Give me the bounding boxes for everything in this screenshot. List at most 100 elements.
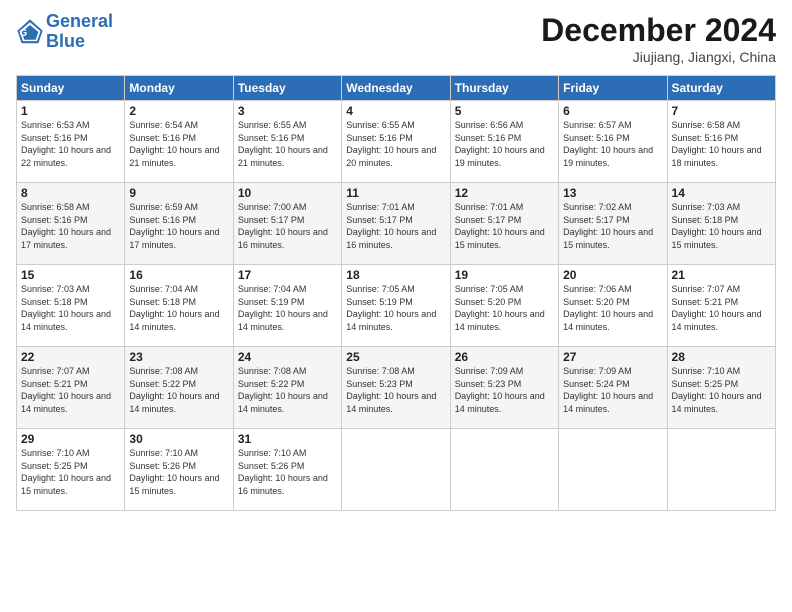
day-cell: 4 Sunrise: 6:55 AM Sunset: 5:16 PM Dayli… [342,101,450,183]
day-number: 10 [238,186,337,200]
location: Jiujiang, Jiangxi, China [541,49,776,65]
day-info: Sunrise: 7:01 AM Sunset: 5:17 PM Dayligh… [346,201,445,251]
day-info: Sunrise: 7:06 AM Sunset: 5:20 PM Dayligh… [563,283,662,333]
day-cell [559,429,667,511]
day-cell: 31 Sunrise: 7:10 AM Sunset: 5:26 PM Dayl… [233,429,341,511]
week-row-1: 1 Sunrise: 6:53 AM Sunset: 5:16 PM Dayli… [17,101,776,183]
day-number: 25 [346,350,445,364]
day-number: 9 [129,186,228,200]
day-info: Sunrise: 7:09 AM Sunset: 5:23 PM Dayligh… [455,365,554,415]
week-row-3: 15 Sunrise: 7:03 AM Sunset: 5:18 PM Dayl… [17,265,776,347]
day-info: Sunrise: 7:07 AM Sunset: 5:21 PM Dayligh… [672,283,771,333]
logo-icon: G [16,18,44,46]
day-number: 31 [238,432,337,446]
day-cell: 5 Sunrise: 6:56 AM Sunset: 5:16 PM Dayli… [450,101,558,183]
day-number: 20 [563,268,662,282]
day-info: Sunrise: 7:04 AM Sunset: 5:18 PM Dayligh… [129,283,228,333]
day-cell: 28 Sunrise: 7:10 AM Sunset: 5:25 PM Dayl… [667,347,775,429]
day-number: 27 [563,350,662,364]
day-cell: 26 Sunrise: 7:09 AM Sunset: 5:23 PM Dayl… [450,347,558,429]
day-number: 5 [455,104,554,118]
day-header-sunday: Sunday [17,76,125,101]
day-number: 4 [346,104,445,118]
day-info: Sunrise: 7:05 AM Sunset: 5:20 PM Dayligh… [455,283,554,333]
day-header-friday: Friday [559,76,667,101]
day-number: 3 [238,104,337,118]
day-number: 21 [672,268,771,282]
day-cell: 14 Sunrise: 7:03 AM Sunset: 5:18 PM Dayl… [667,183,775,265]
day-info: Sunrise: 7:08 AM Sunset: 5:22 PM Dayligh… [238,365,337,415]
day-info: Sunrise: 6:54 AM Sunset: 5:16 PM Dayligh… [129,119,228,169]
day-info: Sunrise: 7:10 AM Sunset: 5:25 PM Dayligh… [672,365,771,415]
day-cell: 17 Sunrise: 7:04 AM Sunset: 5:19 PM Dayl… [233,265,341,347]
day-number: 23 [129,350,228,364]
logo-general: General [46,11,113,31]
logo: G General Blue [16,12,113,52]
day-number: 12 [455,186,554,200]
logo-blue: Blue [46,31,85,51]
day-info: Sunrise: 6:55 AM Sunset: 5:16 PM Dayligh… [346,119,445,169]
day-number: 19 [455,268,554,282]
day-cell: 16 Sunrise: 7:04 AM Sunset: 5:18 PM Dayl… [125,265,233,347]
day-info: Sunrise: 7:04 AM Sunset: 5:19 PM Dayligh… [238,283,337,333]
day-info: Sunrise: 7:10 AM Sunset: 5:26 PM Dayligh… [129,447,228,497]
day-info: Sunrise: 7:00 AM Sunset: 5:17 PM Dayligh… [238,201,337,251]
day-cell: 27 Sunrise: 7:09 AM Sunset: 5:24 PM Dayl… [559,347,667,429]
day-cell [667,429,775,511]
day-header-tuesday: Tuesday [233,76,341,101]
day-cell: 10 Sunrise: 7:00 AM Sunset: 5:17 PM Dayl… [233,183,341,265]
day-cell: 25 Sunrise: 7:08 AM Sunset: 5:23 PM Dayl… [342,347,450,429]
day-number: 15 [21,268,120,282]
day-number: 28 [672,350,771,364]
day-info: Sunrise: 6:57 AM Sunset: 5:16 PM Dayligh… [563,119,662,169]
day-cell: 15 Sunrise: 7:03 AM Sunset: 5:18 PM Dayl… [17,265,125,347]
day-cell: 19 Sunrise: 7:05 AM Sunset: 5:20 PM Dayl… [450,265,558,347]
day-number: 29 [21,432,120,446]
week-row-2: 8 Sunrise: 6:58 AM Sunset: 5:16 PM Dayli… [17,183,776,265]
day-number: 2 [129,104,228,118]
day-number: 30 [129,432,228,446]
day-cell: 20 Sunrise: 7:06 AM Sunset: 5:20 PM Dayl… [559,265,667,347]
calendar: SundayMondayTuesdayWednesdayThursdayFrid… [16,75,776,511]
logo-text: General Blue [46,12,113,52]
day-cell: 8 Sunrise: 6:58 AM Sunset: 5:16 PM Dayli… [17,183,125,265]
day-info: Sunrise: 7:08 AM Sunset: 5:22 PM Dayligh… [129,365,228,415]
day-number: 7 [672,104,771,118]
day-cell: 3 Sunrise: 6:55 AM Sunset: 5:16 PM Dayli… [233,101,341,183]
day-info: Sunrise: 7:08 AM Sunset: 5:23 PM Dayligh… [346,365,445,415]
day-header-monday: Monday [125,76,233,101]
day-number: 24 [238,350,337,364]
day-number: 6 [563,104,662,118]
day-info: Sunrise: 6:59 AM Sunset: 5:16 PM Dayligh… [129,201,228,251]
day-cell: 24 Sunrise: 7:08 AM Sunset: 5:22 PM Dayl… [233,347,341,429]
day-number: 1 [21,104,120,118]
day-info: Sunrise: 6:58 AM Sunset: 5:16 PM Dayligh… [672,119,771,169]
day-cell: 2 Sunrise: 6:54 AM Sunset: 5:16 PM Dayli… [125,101,233,183]
day-cell: 11 Sunrise: 7:01 AM Sunset: 5:17 PM Dayl… [342,183,450,265]
day-number: 8 [21,186,120,200]
day-info: Sunrise: 6:58 AM Sunset: 5:16 PM Dayligh… [21,201,120,251]
header: G General Blue December 2024 Jiujiang, J… [16,12,776,65]
day-number: 26 [455,350,554,364]
day-cell: 29 Sunrise: 7:10 AM Sunset: 5:25 PM Dayl… [17,429,125,511]
day-number: 14 [672,186,771,200]
day-info: Sunrise: 7:03 AM Sunset: 5:18 PM Dayligh… [21,283,120,333]
day-info: Sunrise: 6:53 AM Sunset: 5:16 PM Dayligh… [21,119,120,169]
day-info: Sunrise: 6:56 AM Sunset: 5:16 PM Dayligh… [455,119,554,169]
day-cell: 1 Sunrise: 6:53 AM Sunset: 5:16 PM Dayli… [17,101,125,183]
day-info: Sunrise: 7:10 AM Sunset: 5:26 PM Dayligh… [238,447,337,497]
day-cell: 21 Sunrise: 7:07 AM Sunset: 5:21 PM Dayl… [667,265,775,347]
day-cell: 30 Sunrise: 7:10 AM Sunset: 5:26 PM Dayl… [125,429,233,511]
day-header-thursday: Thursday [450,76,558,101]
day-cell [342,429,450,511]
day-info: Sunrise: 7:07 AM Sunset: 5:21 PM Dayligh… [21,365,120,415]
day-cell: 7 Sunrise: 6:58 AM Sunset: 5:16 PM Dayli… [667,101,775,183]
day-cell: 23 Sunrise: 7:08 AM Sunset: 5:22 PM Dayl… [125,347,233,429]
svg-text:G: G [20,28,28,39]
day-header-wednesday: Wednesday [342,76,450,101]
day-cell [450,429,558,511]
day-number: 17 [238,268,337,282]
day-info: Sunrise: 7:05 AM Sunset: 5:19 PM Dayligh… [346,283,445,333]
page: G General Blue December 2024 Jiujiang, J… [0,0,792,612]
day-cell: 18 Sunrise: 7:05 AM Sunset: 5:19 PM Dayl… [342,265,450,347]
